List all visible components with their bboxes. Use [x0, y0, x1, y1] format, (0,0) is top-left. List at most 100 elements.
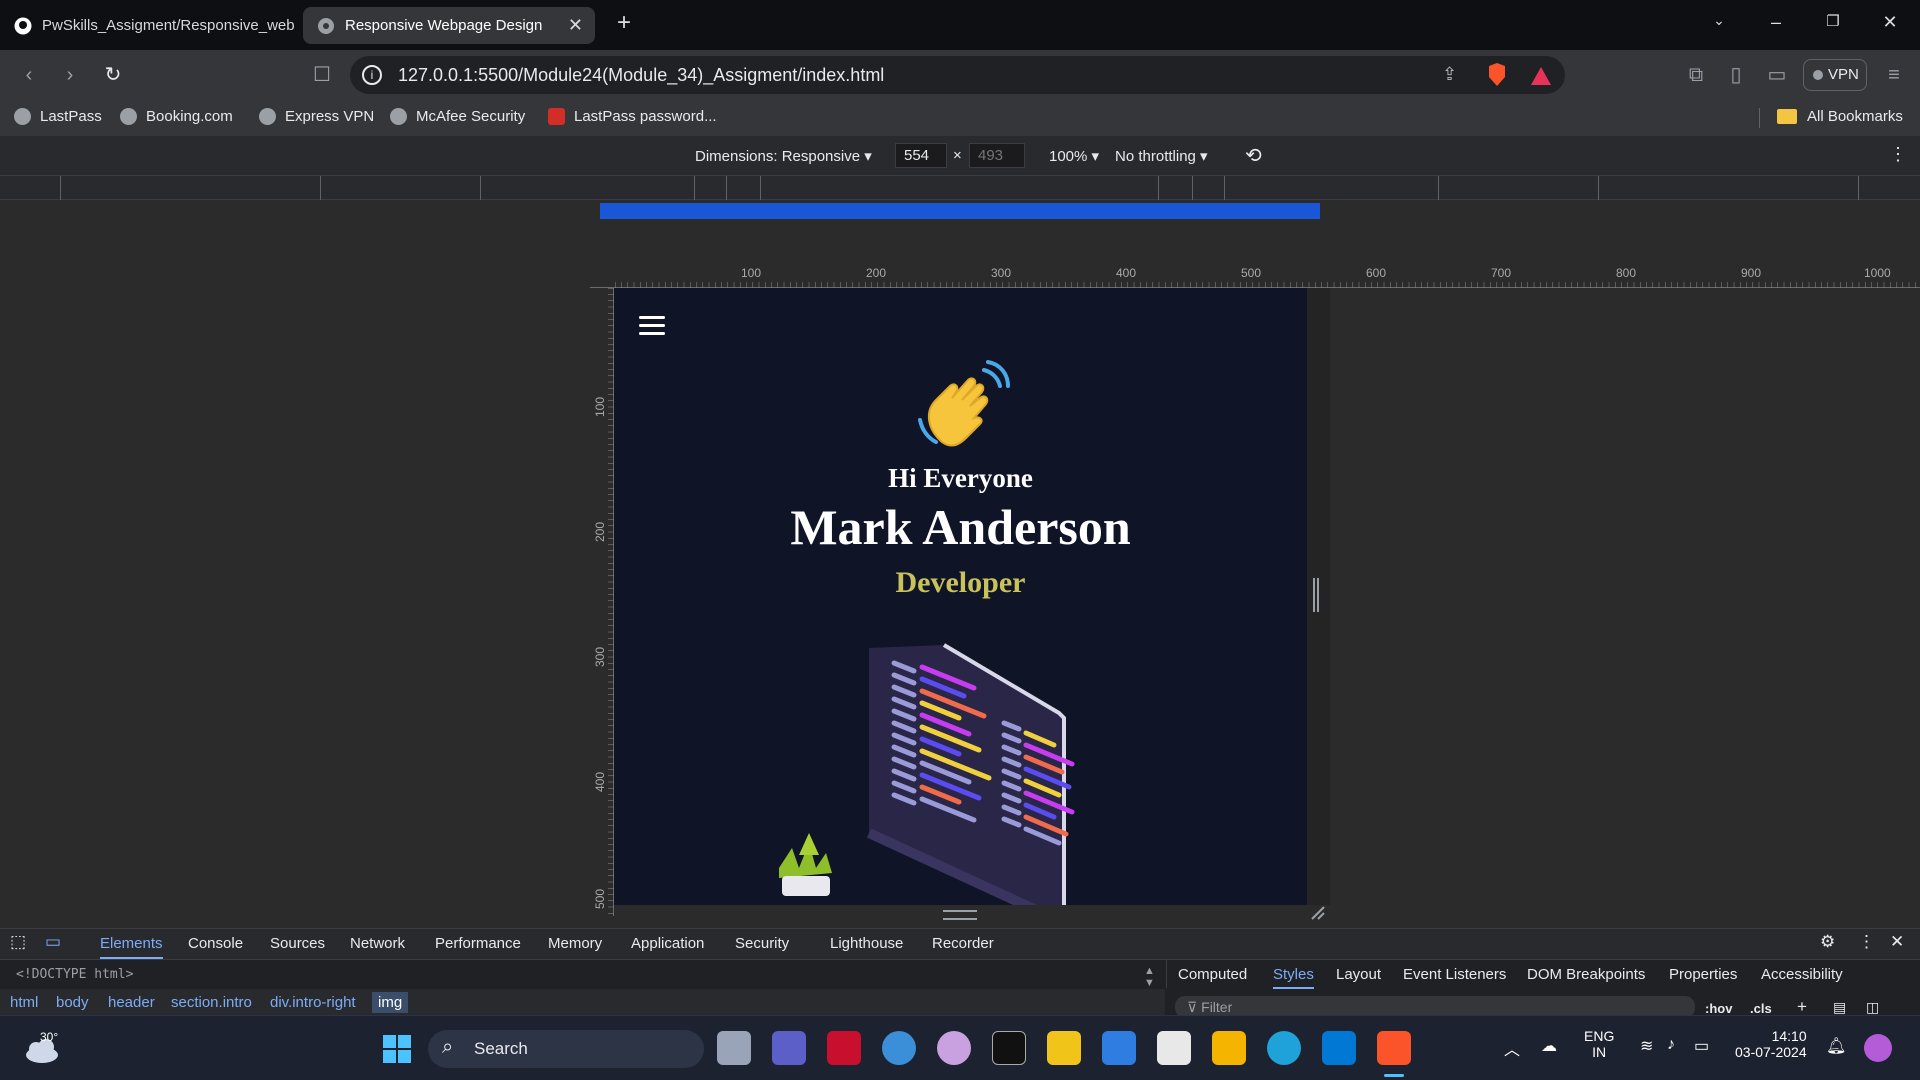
tab-event-listeners[interactable]: Event Listeners [1403, 966, 1506, 983]
hamburger-menu-icon[interactable] [639, 316, 665, 338]
tab-recorder[interactable]: Recorder [932, 935, 994, 952]
dom-doctype[interactable]: <!DOCTYPE html> [16, 967, 133, 982]
crumb-body[interactable]: body [56, 994, 89, 1011]
microsoft-store-icon[interactable] [1157, 1031, 1191, 1065]
computed-styles-icon[interactable]: ▤ [1833, 999, 1846, 1016]
menu-icon[interactable]: ≡ [1882, 63, 1906, 87]
width-input[interactable] [895, 143, 947, 168]
volume-icon[interactable]: ♪ [1667, 1036, 1675, 1054]
bookmark-booking[interactable]: Booking.com [120, 108, 233, 125]
terminal-icon[interactable] [992, 1031, 1026, 1065]
chevron-up-icon[interactable]: ︿ [1504, 1036, 1520, 1060]
bookmark-expressvpn[interactable]: Express VPN [259, 108, 374, 125]
vscode-icon[interactable] [1322, 1031, 1356, 1065]
teams-icon[interactable] [772, 1031, 806, 1065]
media-query-active-range[interactable] [600, 203, 1320, 219]
tab-lighthouse[interactable]: Lighthouse [830, 935, 903, 952]
bookmark-icon[interactable]: ☐ [310, 63, 334, 87]
throttling-dropdown[interactable]: No throttling ▾ [1115, 147, 1208, 165]
tab-security[interactable]: Security [735, 935, 789, 952]
tab-dom-breakpoints[interactable]: DOM Breakpoints [1527, 966, 1645, 983]
url-text[interactable]: 127.0.0.1:5500/Module24(Module_34)_Assig… [398, 65, 884, 86]
copilot-icon[interactable] [1864, 1034, 1892, 1062]
brave-shields-icon[interactable] [1486, 63, 1508, 87]
tab-accessibility[interactable]: Accessibility [1761, 966, 1843, 983]
rotate-icon[interactable]: ⟲ [1245, 143, 1262, 168]
bookmark-lastpass-password[interactable]: LastPass password... [548, 108, 717, 125]
mcafee-icon[interactable] [827, 1031, 861, 1065]
tab-elements[interactable]: Elements [100, 935, 163, 959]
site-info-icon[interactable]: i [362, 65, 382, 85]
onedrive-icon[interactable]: ☁ [1541, 1036, 1557, 1056]
tab-computed[interactable]: Computed [1178, 966, 1247, 983]
close-window-icon[interactable]: ✕ [1878, 12, 1902, 33]
tab-responsive-webpage[interactable]: Responsive Webpage Design ✕ [303, 7, 595, 44]
color-picker-icon[interactable] [937, 1031, 971, 1065]
dimensions-dropdown[interactable]: Dimensions: Responsive ▾ [695, 147, 872, 165]
language-indicator[interactable]: ENG IN [1584, 1028, 1614, 1060]
tab-github[interactable]: PwSkills_Assigment/Responsive_web [0, 7, 295, 44]
tab-properties[interactable]: Properties [1669, 966, 1737, 983]
tab-memory[interactable]: Memory [548, 935, 602, 952]
add-rule-icon[interactable]: + [1797, 997, 1807, 1017]
vpn-button[interactable]: VPN [1803, 59, 1867, 91]
corner-resize-icon[interactable] [1310, 905, 1326, 921]
brave-rewards-icon[interactable] [1530, 66, 1552, 86]
sidebar-icon[interactable]: ▯ [1724, 63, 1748, 87]
back-icon[interactable]: ‹ [17, 63, 41, 87]
tab-application[interactable]: Application [631, 935, 704, 952]
media-query-bar[interactable] [0, 176, 1920, 200]
new-tab-icon[interactable]: + [612, 9, 636, 37]
settings-gear-icon[interactable]: ⚙ [1820, 932, 1835, 952]
more-options-icon[interactable]: ⋮ [1889, 144, 1907, 165]
chevron-down-icon[interactable]: ⌄ [1707, 12, 1731, 29]
tab-sources[interactable]: Sources [270, 935, 325, 952]
taskbar-search[interactable]: ⌕ Search [428, 1030, 704, 1068]
resize-handle-icon[interactable] [1313, 578, 1319, 612]
windows-start-icon[interactable] [383, 1035, 411, 1063]
height-input[interactable] [969, 143, 1025, 168]
forward-icon[interactable]: › [58, 63, 82, 87]
crumb-div-intro-right[interactable]: div.intro-right [270, 994, 356, 1011]
task-view-icon[interactable] [717, 1031, 751, 1065]
notification-bell-icon[interactable]: 🔔︎ [1826, 1036, 1846, 1056]
reload-icon[interactable]: ↻ [101, 63, 125, 87]
device-toggle-icon[interactable]: ▭ [45, 932, 61, 952]
close-devtools-icon[interactable]: ✕ [1890, 932, 1904, 952]
inspect-element-icon[interactable]: ⬚ [10, 932, 26, 952]
crumb-header[interactable]: header [108, 994, 155, 1011]
bookmark-mcafee[interactable]: McAfee Security [390, 108, 525, 125]
tab-console[interactable]: Console [188, 935, 243, 952]
brave-icon[interactable] [1377, 1031, 1411, 1065]
tab-styles[interactable]: Styles [1273, 966, 1314, 989]
extensions-icon[interactable]: ⧉ [1684, 63, 1708, 87]
restore-icon[interactable]: ❐ [1821, 12, 1845, 30]
share-icon[interactable]: ⇪ [1442, 64, 1457, 85]
battery-icon[interactable]: ▭ [1694, 1036, 1709, 1056]
bookmark-lastpass[interactable]: LastPass [14, 108, 102, 125]
address-bar[interactable]: i 127.0.0.1:5500/Module24(Module_34)_Ass… [350, 56, 1565, 94]
zoom-dropdown[interactable]: 100% ▾ [1049, 147, 1099, 165]
wifi-icon[interactable]: ≋ [1640, 1036, 1653, 1056]
crumb-section-intro[interactable]: section.intro [171, 994, 252, 1011]
minimize-icon[interactable]: – [1764, 12, 1788, 33]
network-app-icon[interactable] [1102, 1031, 1136, 1065]
tab-performance[interactable]: Performance [435, 935, 521, 952]
crumb-img[interactable]: img [372, 992, 409, 1013]
all-bookmarks[interactable]: All Bookmarks [1777, 108, 1903, 125]
more-options-icon[interactable]: ⋮ [1858, 932, 1875, 952]
help-icon[interactable] [882, 1031, 916, 1065]
hov-toggle[interactable]: :hov [1705, 1001, 1732, 1016]
close-tab-icon[interactable]: ✕ [568, 15, 583, 36]
resize-handle-bottom-icon[interactable] [943, 910, 977, 920]
file-explorer-icon[interactable] [1212, 1031, 1246, 1065]
sidebar-toggle-icon[interactable]: ◫ [1866, 999, 1879, 1016]
clock[interactable]: 14:10 03-07-2024 [1735, 1028, 1807, 1060]
crumb-html[interactable]: html [10, 994, 38, 1011]
scroll-arrows-icon[interactable]: ▲ ▼ [1144, 965, 1155, 989]
tab-layout[interactable]: Layout [1336, 966, 1381, 983]
cls-toggle[interactable]: .cls [1750, 1001, 1772, 1016]
sync-app-icon[interactable] [1047, 1031, 1081, 1065]
edge-icon[interactable] [1267, 1031, 1301, 1065]
wallet-icon[interactable]: ▭ [1765, 63, 1789, 87]
